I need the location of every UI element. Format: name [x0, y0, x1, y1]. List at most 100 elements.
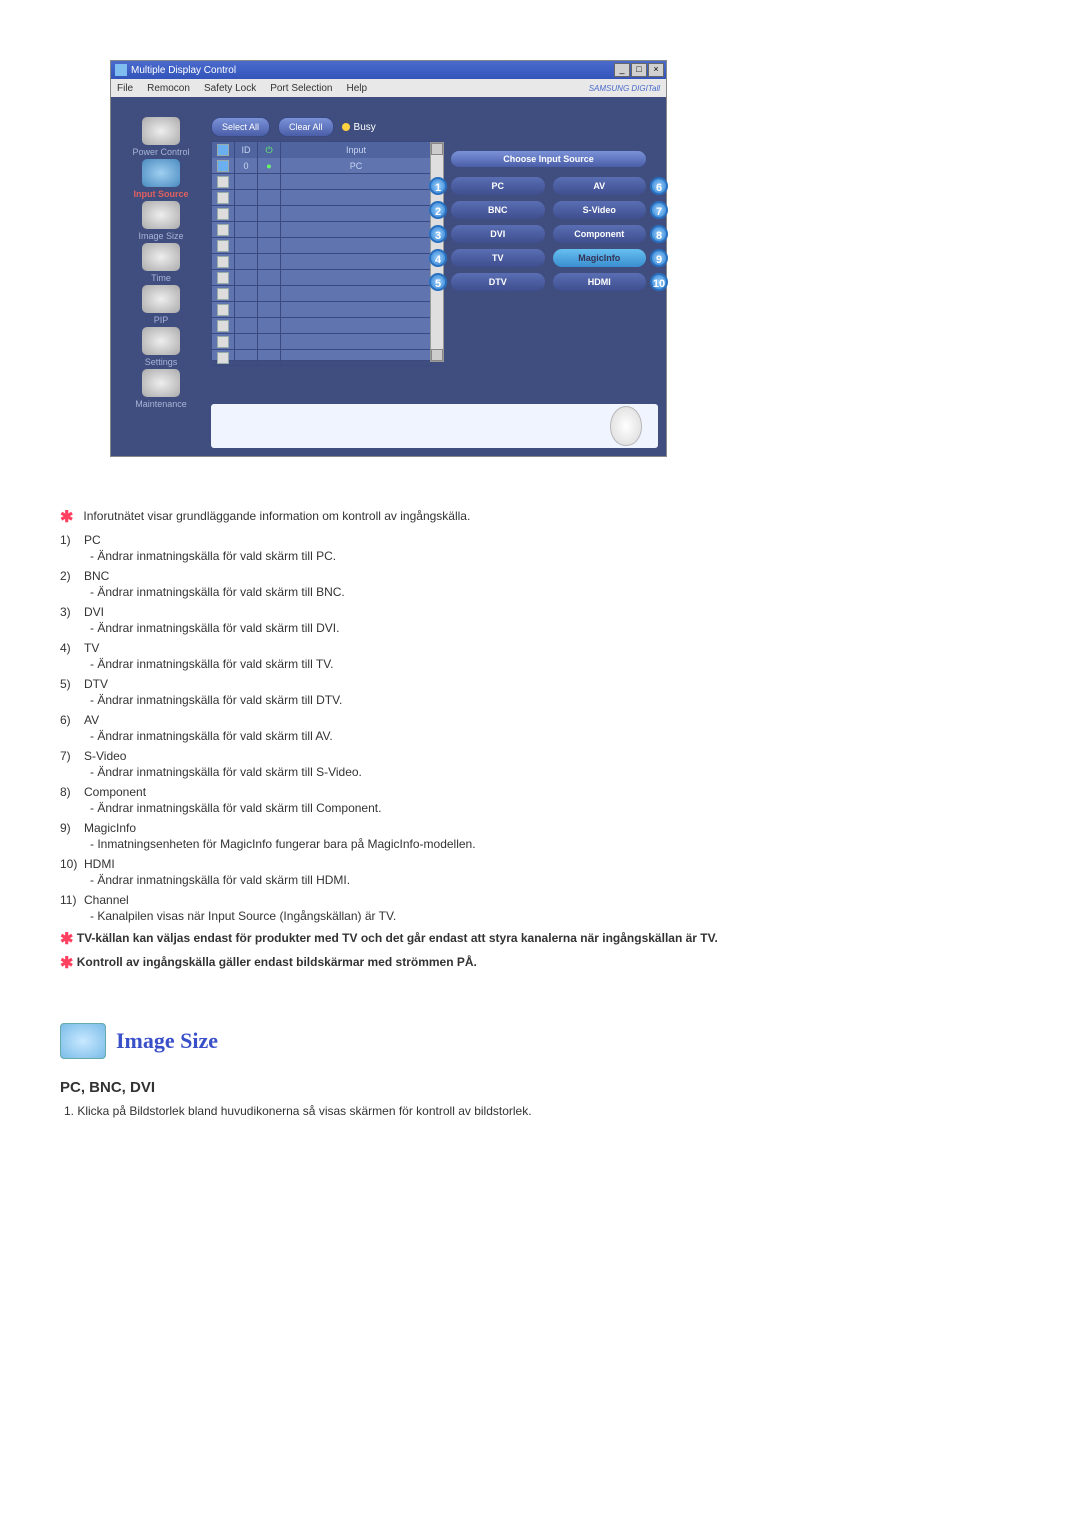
list-title: S-Video: [84, 749, 126, 763]
source-pc-button[interactable]: 1 PC: [451, 177, 545, 195]
list-title: DVI: [84, 605, 104, 619]
list-desc: - Ändrar inmatningskälla för vald skärm …: [90, 873, 1020, 887]
source-bnc-button[interactable]: 2 BNC: [451, 201, 545, 219]
grid-row[interactable]: [212, 270, 432, 286]
grid-row[interactable]: [212, 254, 432, 270]
row-check-icon[interactable]: [217, 304, 229, 316]
sidebar-item-maintenance[interactable]: Maintenance: [117, 369, 205, 409]
list-desc: - Kanalpilen visas när Input Source (Ing…: [90, 909, 1020, 923]
star-icon: ✱: [60, 509, 73, 526]
grid-row[interactable]: [212, 174, 432, 190]
source-magicinfo-button[interactable]: MagicInfo 9: [553, 249, 647, 267]
grid-row[interactable]: [212, 318, 432, 334]
maximize-button[interactable]: □: [631, 63, 647, 77]
power-header-icon: ⏻: [265, 145, 272, 155]
sidebar-item-time[interactable]: Time: [117, 243, 205, 283]
toolbar: Select All Clear All Busy: [211, 117, 376, 137]
row-check-icon[interactable]: [217, 192, 229, 204]
list-num: 7): [60, 749, 84, 763]
note-text: TV-källan kan väljas endast för produkte…: [77, 931, 718, 945]
grid-row[interactable]: [212, 190, 432, 206]
list-title: BNC: [84, 569, 109, 583]
btn-label: Component: [574, 229, 624, 239]
row-check-icon[interactable]: [217, 160, 229, 172]
intro-text: Inforutnätet visar grundläggande informa…: [83, 509, 470, 523]
source-av-button[interactable]: AV 6: [553, 177, 647, 195]
menu-remocon[interactable]: Remocon: [147, 83, 190, 94]
col-input: Input: [281, 142, 432, 158]
intro-line: ✱ Inforutnätet visar grundläggande infor…: [60, 507, 1020, 527]
col-id: ID: [235, 142, 258, 158]
sidebar-item-pip[interactable]: PIP: [117, 285, 205, 325]
sidebar-item-input-source[interactable]: Input Source: [117, 159, 205, 199]
list-num: 5): [60, 677, 84, 691]
source-dtv-button[interactable]: 5 DTV: [451, 273, 545, 291]
grid-row[interactable]: [212, 238, 432, 254]
time-icon: [142, 243, 180, 271]
row-check-icon[interactable]: [217, 256, 229, 268]
status-bar: [211, 404, 658, 448]
callout-10: 10: [650, 273, 668, 291]
list-num: 6): [60, 713, 84, 727]
menu-file[interactable]: File: [117, 83, 133, 94]
callout-4: 4: [429, 249, 447, 267]
list-num: 4): [60, 641, 84, 655]
source-hdmi-button[interactable]: HDMI 10: [553, 273, 647, 291]
callout-2: 2: [429, 201, 447, 219]
list-title: Component: [84, 785, 146, 799]
sidebar-item-image-size[interactable]: Image Size: [117, 201, 205, 241]
sidebar-item-power[interactable]: Power Control: [117, 117, 205, 157]
list-num: 1): [60, 533, 84, 547]
source-svideo-button[interactable]: S-Video 7: [553, 201, 647, 219]
list-desc: - Ändrar inmatningskälla för vald skärm …: [90, 585, 1020, 599]
row-check-icon[interactable]: [217, 320, 229, 332]
sidebar-item-settings[interactable]: Settings: [117, 327, 205, 367]
brand-label: SAMSUNG DIGITall: [589, 84, 660, 93]
grid-row[interactable]: [212, 206, 432, 222]
power-icon: [142, 117, 180, 145]
cell-id: 0: [235, 158, 258, 174]
grid-row[interactable]: [212, 350, 432, 366]
title-bar: Multiple Display Control _ □ ×: [111, 61, 666, 79]
row-check-icon[interactable]: [217, 272, 229, 284]
row-check-icon[interactable]: [217, 240, 229, 252]
grid-row[interactable]: [212, 334, 432, 350]
menu-portselection[interactable]: Port Selection: [270, 83, 332, 94]
row-check-icon[interactable]: [217, 176, 229, 188]
row-check-icon[interactable]: [217, 288, 229, 300]
pip-icon: [142, 285, 180, 313]
panel-title: Choose Input Source: [451, 151, 646, 167]
row-check-icon[interactable]: [217, 208, 229, 220]
menu-help[interactable]: Help: [346, 83, 367, 94]
row-check-icon[interactable]: [217, 336, 229, 348]
grid-row[interactable]: [212, 302, 432, 318]
sidebar: Power Control Input Source Image Size Ti…: [117, 117, 205, 411]
btn-label: AV: [593, 181, 605, 191]
header-check-icon[interactable]: [217, 144, 229, 156]
row-check-icon[interactable]: [217, 224, 229, 236]
list-num: 10): [60, 857, 84, 871]
grid-row[interactable]: [212, 222, 432, 238]
menu-safetylock[interactable]: Safety Lock: [204, 83, 256, 94]
grid-row[interactable]: 0 ● PC: [212, 158, 432, 174]
sidebar-label: Image Size: [117, 231, 205, 241]
callout-5: 5: [429, 273, 447, 291]
grid-row[interactable]: [212, 286, 432, 302]
input-source-panel: Choose Input Source 1 PC AV 6 2 BNC: [451, 151, 646, 291]
source-component-button[interactable]: Component 8: [553, 225, 647, 243]
list-num: 2): [60, 569, 84, 583]
callout-9: 9: [650, 249, 668, 267]
list-desc: - Ändrar inmatningskälla för vald skärm …: [90, 621, 1020, 635]
note-1: ✱ TV-källan kan väljas endast för produk…: [80, 929, 1020, 949]
source-dvi-button[interactable]: 3 DVI: [451, 225, 545, 243]
select-all-button[interactable]: Select All: [211, 117, 270, 137]
minimize-button[interactable]: _: [614, 63, 630, 77]
power-on-icon: ●: [266, 161, 271, 171]
list-desc: - Ändrar inmatningskälla för vald skärm …: [90, 657, 1020, 671]
busy-label: Busy: [354, 122, 376, 133]
close-button[interactable]: ×: [648, 63, 664, 77]
source-tv-button[interactable]: 4 TV: [451, 249, 545, 267]
clear-all-button[interactable]: Clear All: [278, 117, 334, 137]
list-title: DTV: [84, 677, 108, 691]
row-check-icon[interactable]: [217, 352, 229, 364]
